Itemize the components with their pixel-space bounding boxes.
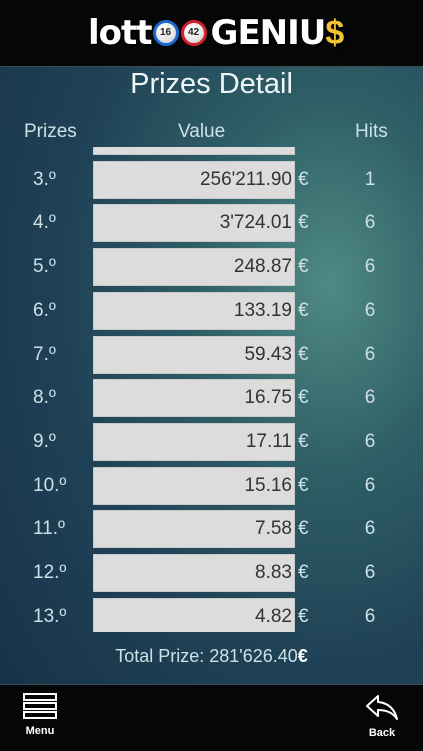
prize-row: 13.º 4.82 €6 [0,597,423,632]
prize-row: 7.º 59.43 €6 [0,335,423,374]
prize-rank: 6.º [33,299,56,321]
total-prize-label: Total Prize: 281'626.40 [115,646,298,666]
prize-value: 7.58 [255,518,292,540]
prize-hits: 6 [364,256,376,278]
prize-row: 3.º 256'211.90 €1 [0,160,423,199]
prize-row: 11.º 7.58 €6 [0,510,423,549]
logo-text-left: lott [88,13,153,53]
currency-symbol: € [298,562,309,583]
prize-value: 17.11 [245,430,292,452]
column-header-hits: Hits [355,121,388,142]
prize-rank: 5.º [33,256,56,278]
currency-symbol: € [298,299,309,321]
prize-value-field: 17.11 [93,422,295,461]
total-prize: Total Prize: 281'626.40€ [0,646,423,667]
prize-value-field: 8.83 [93,554,295,592]
page-title: Prizes Detail [130,68,293,100]
prize-hits: 6 [364,430,376,452]
prize-row: 12.º 8.83 €6 [0,554,423,592]
prize-row: 4.º 3'724.01 €6 [0,204,423,243]
prize-value-field: 248.87 [93,248,295,287]
prize-value-field: 16.75 [93,379,295,418]
prize-value: 59.43 [244,343,292,365]
prize-value: 3'724.01 [219,212,292,234]
app-logo: lott 16 42 GENIU $ [88,10,344,56]
prize-hits: 1 [364,168,376,190]
prize-rank: 4.º [33,212,56,234]
column-header-value: Value [178,121,226,142]
prize-value: 133.19 [233,299,292,321]
lotto-ball-red-icon: 42 [180,20,207,46]
prize-row: 5.º 248.87 €6 [0,248,423,287]
prize-row: 8.º 16.75 €6 [0,379,423,418]
prize-value-field: 59.43 [93,335,295,374]
prize-hits: 6 [364,605,376,627]
prize-value: 15.16 [244,474,292,496]
prize-rank: 11.º [33,518,65,540]
bottom-toolbar: Menu Back [0,684,423,751]
currency-symbol: € [298,605,309,627]
prize-rank: 10.º [33,474,67,496]
total-prize-currency: € [297,646,308,666]
prize-row: 10.º 15.16 €6 [0,466,423,505]
prize-rank: 13.º [33,605,67,627]
back-label: Back [368,727,396,739]
prize-hits: 6 [364,474,376,496]
prize-value-field: 256'211.90 [93,160,295,199]
prize-value-field: 15.16 [93,466,295,505]
prize-hits: 6 [364,387,376,409]
logo-text-right: GENIU [210,13,327,53]
prize-rank: 3.º [33,168,56,190]
currency-symbol: € [298,343,309,365]
prize-value: 4.82 [255,605,292,627]
prize-hits: 6 [364,212,376,234]
menu-label: Menu [25,725,55,737]
prize-value: 16.75 [244,387,292,409]
back-arrow-icon [366,695,398,720]
currency-symbol: € [298,474,309,496]
prize-row: 2.º0.00€1 [0,147,423,155]
header-bar: lott 16 42 GENIU $ [0,0,423,67]
prize-rank: 8.º [33,387,56,409]
menu-button[interactable]: Menu [10,693,70,737]
prize-value-field: 4.82 [93,597,295,632]
menu-icon [23,693,57,719]
currency-symbol: € [298,212,309,234]
prize-rank: 7.º [33,343,56,365]
prize-value-field: 0.00 [93,147,295,155]
prize-value-field: 133.19 [93,291,295,330]
prize-hits: 6 [364,562,376,583]
prize-row: 9.º 17.11 €6 [0,422,423,461]
prize-value: 256'211.90 [199,168,292,190]
currency-symbol: € [298,256,309,278]
lotto-ball-blue-icon: 16 [152,20,179,46]
currency-symbol: € [298,168,309,190]
prizes-list[interactable]: 2.º0.00€13.º256'211.90€14.º3'724.01€65.º… [0,147,423,632]
prize-hits: 6 [364,299,376,321]
prize-row: 6.º 133.19 €6 [0,291,423,330]
prize-rank: 12.º [33,562,67,583]
prize-value: 248.87 [233,256,292,278]
column-header-prizes: Prizes [24,121,77,142]
prize-value: 8.83 [255,562,292,583]
currency-symbol: € [298,430,309,452]
prize-rank: 9.º [33,430,56,452]
prize-value-field: 7.58 [93,510,295,549]
prize-hits: 6 [364,518,376,540]
currency-symbol: € [298,387,309,409]
prize-hits: 6 [364,343,376,365]
currency-symbol: € [298,518,309,540]
back-button[interactable]: Back [352,693,412,739]
logo-dollar-icon: $ [325,13,345,52]
prize-value-field: 3'724.01 [93,204,295,243]
